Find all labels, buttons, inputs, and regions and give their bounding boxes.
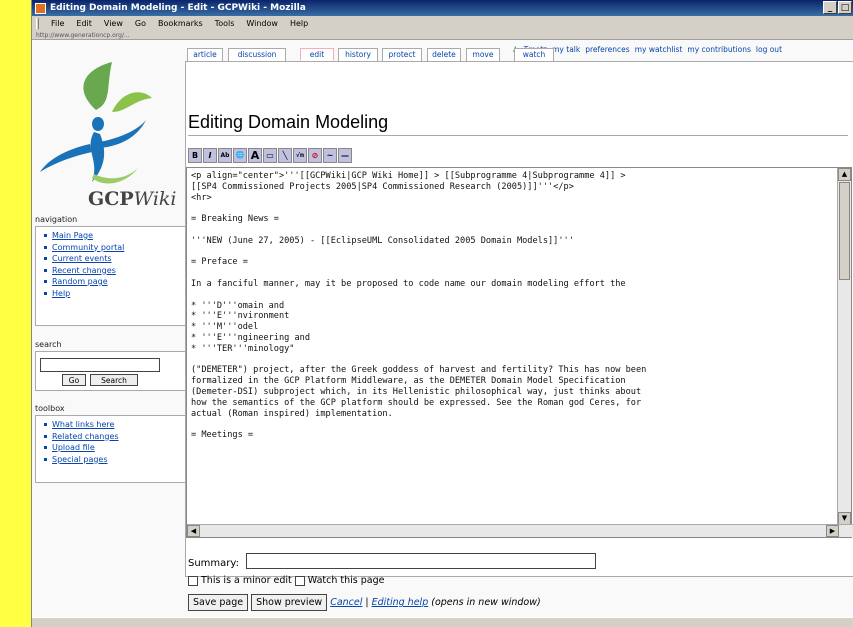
menu-view[interactable]: View xyxy=(104,19,123,28)
tab-edit[interactable]: edit xyxy=(300,48,334,61)
tab-history[interactable]: history xyxy=(338,48,378,61)
ptool-my-contributions[interactable]: my contributions xyxy=(687,45,751,54)
edit-textarea[interactable]: <p align="center">'''[[GCPWiki|GCP Wiki … xyxy=(186,167,853,538)
tab-discussion[interactable]: discussion xyxy=(228,48,286,61)
nav-help[interactable]: Help xyxy=(44,288,186,300)
status-bar xyxy=(32,617,853,627)
maximize-button[interactable]: □ xyxy=(838,1,852,14)
navigation-heading: navigation xyxy=(35,215,78,224)
menu-edit[interactable]: Edit xyxy=(76,19,92,28)
menu-tools[interactable]: Tools xyxy=(215,19,235,28)
summary-input[interactable] xyxy=(246,553,596,569)
menu-go[interactable]: Go xyxy=(135,19,146,28)
menu-bookmarks[interactable]: Bookmarks xyxy=(158,19,203,28)
minimize-button[interactable]: _ xyxy=(823,1,837,14)
headline-icon[interactable]: A xyxy=(248,148,262,163)
search-heading: search xyxy=(35,340,62,349)
separator: | xyxy=(365,597,369,608)
bold-icon[interactable]: B xyxy=(188,148,202,163)
toolbox-upload-file[interactable]: Upload file xyxy=(44,442,186,454)
nav-recent-changes[interactable]: Recent changes xyxy=(44,265,186,277)
image-icon[interactable]: ▭ xyxy=(263,148,277,163)
watch-page-checkbox[interactable] xyxy=(294,575,305,586)
tab-watch[interactable]: watch xyxy=(514,48,554,61)
math-icon[interactable]: √n xyxy=(293,148,307,163)
ptool-my-talk[interactable]: my talk xyxy=(552,45,580,54)
content-area: Editing Domain Modeling B I Ab 🌐 A ▭ ╲ √… xyxy=(185,61,853,611)
nav-current-events[interactable]: Current events xyxy=(44,253,186,265)
window-title: Editing Domain Modeling - Edit - GCPWiki… xyxy=(50,3,306,13)
italic-icon[interactable]: I xyxy=(203,148,217,163)
watch-page-label: Watch this page xyxy=(307,575,385,586)
media-icon[interactable]: ╲ xyxy=(278,148,292,163)
show-preview-button[interactable]: Show preview xyxy=(251,594,328,611)
toolbox-special-pages[interactable]: Special pages xyxy=(44,454,186,466)
logo-wordmark: GCPWiki xyxy=(88,188,177,210)
menu-help[interactable]: Help xyxy=(290,19,308,28)
navigation-portlet: Main Page Community portal Current event… xyxy=(35,226,187,326)
menu-bar: File Edit View Go Bookmarks Tools Window… xyxy=(32,16,853,31)
menu-file[interactable]: File xyxy=(51,19,64,28)
nav-community-portal[interactable]: Community portal xyxy=(44,242,186,254)
scroll-right-icon[interactable]: ▶ xyxy=(826,525,839,537)
scroll-up-icon[interactable]: ▲ xyxy=(838,168,851,181)
scroll-left-icon[interactable]: ◀ xyxy=(187,525,200,537)
toolbox-what-links-here[interactable]: What links here xyxy=(44,419,186,431)
toolbox-portlet: What links here Related changes Upload f… xyxy=(35,415,187,483)
url-strip: http://www.generationcp.org/... xyxy=(32,31,853,40)
menu-grip-icon xyxy=(36,18,39,29)
nav-random-page[interactable]: Random page xyxy=(44,276,186,288)
summary-label: Summary: xyxy=(188,558,239,569)
toolbox-heading: toolbox xyxy=(35,404,65,413)
save-page-button[interactable]: Save page xyxy=(188,594,249,611)
scroll-thumb[interactable] xyxy=(839,182,850,280)
tab-protect[interactable]: protect xyxy=(382,48,422,61)
horizontal-line-icon[interactable]: — xyxy=(338,148,352,163)
edit-options: This is a minor edit Watch this page xyxy=(188,575,384,586)
menu-window[interactable]: Window xyxy=(246,19,278,28)
title-bar: Editing Domain Modeling - Edit - GCPWiki… xyxy=(32,0,853,16)
minor-edit-label: This is a minor edit xyxy=(201,575,292,586)
ptool-preferences[interactable]: preferences xyxy=(585,45,629,54)
ptool-log-out[interactable]: log out xyxy=(756,45,782,54)
go-button[interactable]: Go xyxy=(62,374,86,386)
toolbox-related-changes[interactable]: Related changes xyxy=(44,431,186,443)
edit-toolbar: B I Ab 🌐 A ▭ ╲ √n ⊘ ~ — xyxy=(188,148,352,165)
external-link-icon[interactable]: 🌐 xyxy=(233,148,247,163)
tab-delete[interactable]: delete xyxy=(427,48,461,61)
ptool-my-watchlist[interactable]: my watchlist xyxy=(635,45,683,54)
nowiki-icon[interactable]: ⊘ xyxy=(308,148,322,163)
help-note: (opens in new window) xyxy=(431,597,541,608)
page-title: Editing Domain Modeling xyxy=(188,112,848,136)
mozilla-icon xyxy=(35,2,46,14)
editing-help-link[interactable]: Editing help xyxy=(372,597,429,608)
edit-actions: Save page Show preview Cancel | Editing … xyxy=(188,594,541,611)
vertical-scrollbar[interactable]: ▲ ▼ xyxy=(837,168,851,525)
minor-edit-checkbox[interactable] xyxy=(188,575,198,586)
search-input[interactable] xyxy=(40,358,160,372)
cancel-link[interactable]: Cancel xyxy=(330,597,362,608)
tab-article[interactable]: article xyxy=(187,48,223,61)
signature-icon[interactable]: ~ xyxy=(323,148,337,163)
edit-text[interactable]: <p align="center">'''[[GCPWiki|GCP Wiki … xyxy=(191,171,837,521)
nav-main-page[interactable]: Main Page xyxy=(44,230,186,242)
browser-window: Editing Domain Modeling - Edit - GCPWiki… xyxy=(31,0,853,627)
horizontal-scrollbar[interactable]: ◀ ▶ xyxy=(187,524,853,537)
internal-link-icon[interactable]: Ab xyxy=(218,148,232,163)
search-button[interactable]: Search xyxy=(90,374,138,386)
tab-move[interactable]: move xyxy=(466,48,500,61)
